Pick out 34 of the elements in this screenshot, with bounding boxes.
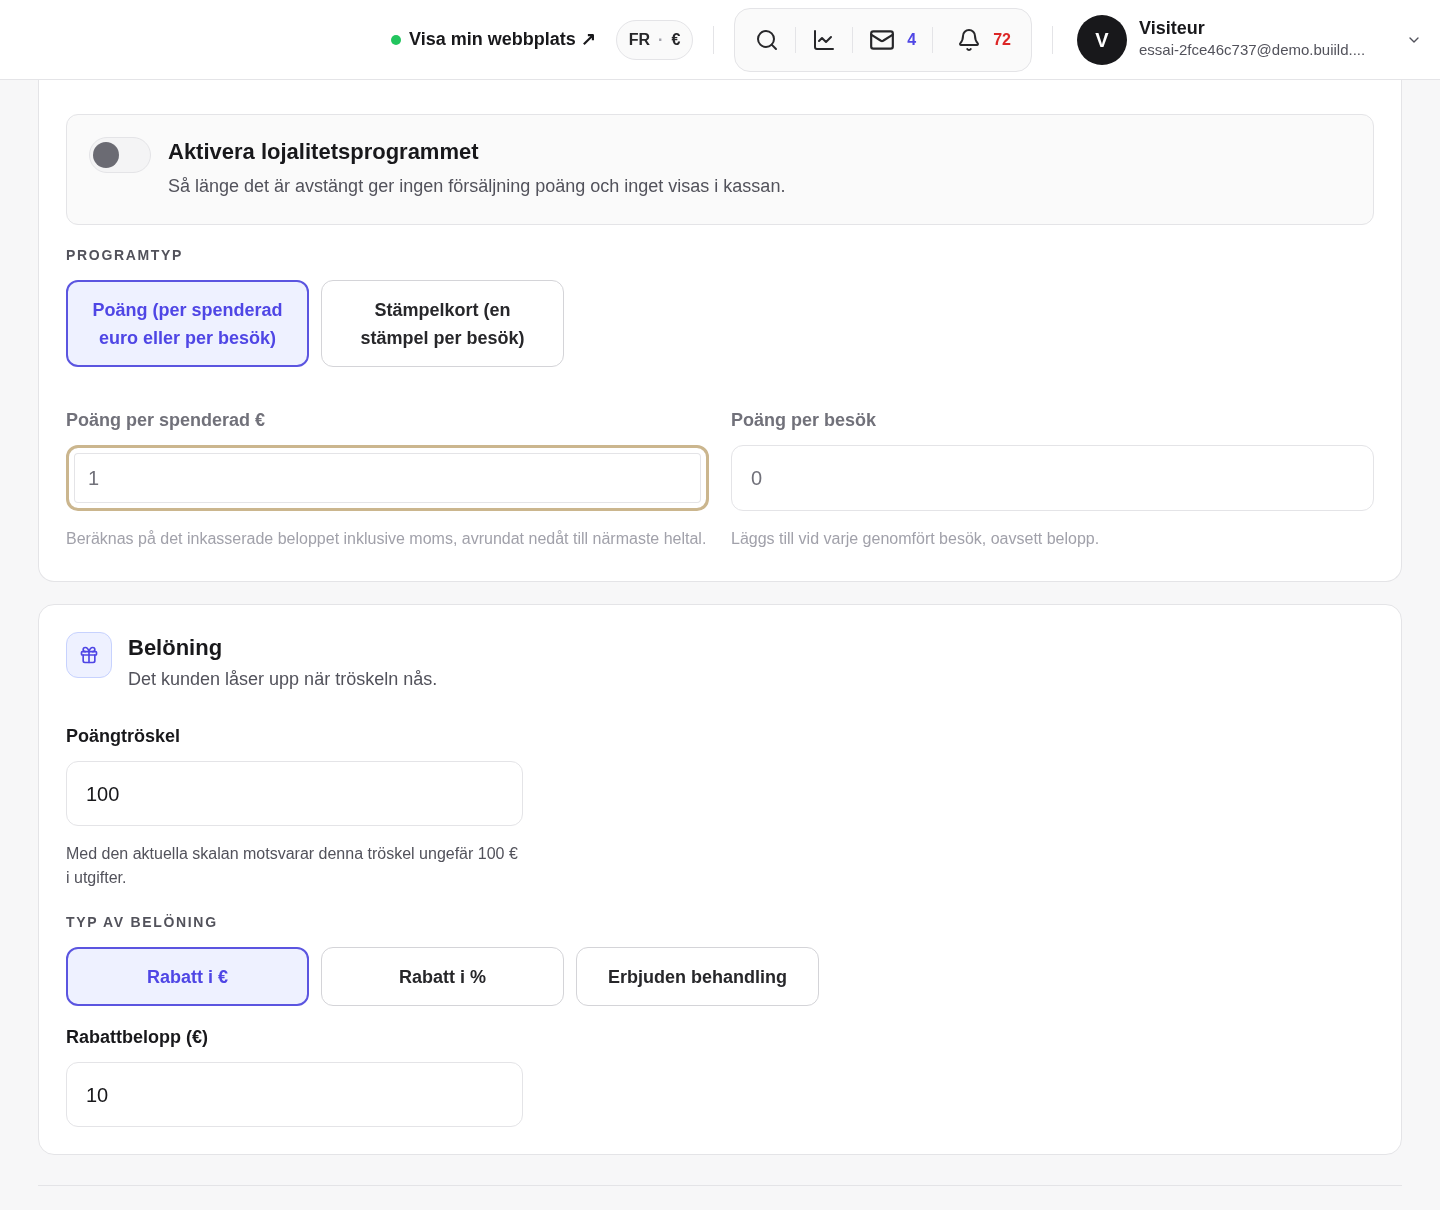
search-icon[interactable] (755, 27, 780, 52)
locale-button[interactable]: FR · € (615, 19, 694, 60)
option-button[interactable]: Rabatt i € (66, 947, 309, 1006)
user-name: Visiteur (1139, 17, 1206, 40)
input-field[interactable]: 0 (731, 445, 1374, 511)
option-button[interactable]: Poäng (per spenderad euro eller per besök) (66, 280, 309, 367)
input-field[interactable]: 100 (66, 761, 523, 826)
section-label: TYP AV BELÖNING (66, 913, 219, 932)
toggle-switch[interactable] (89, 137, 151, 173)
card-title: Belöning (128, 634, 224, 662)
help-text: Läggs till vid varje genomfört besök, oavsett belopp. (731, 529, 1101, 549)
field-label: Poäng per besök (731, 409, 878, 432)
message-count: 4 (907, 29, 917, 50)
option-button[interactable]: Erbjuden behandling (576, 947, 819, 1006)
field-label: Poängtröskel (66, 725, 182, 748)
option-button[interactable]: Stämpelkort (en stämpel per besök) (321, 280, 564, 367)
input-field[interactable]: 1 (66, 445, 709, 511)
notification-count: 72 (993, 29, 1011, 50)
site-link[interactable]: Visa min webbplats ↗ (391, 26, 596, 53)
card-subtitle: Det kunden låser upp när tröskeln nås. (128, 668, 438, 691)
field-label: Rabattbelopp (€) (66, 1026, 209, 1049)
avatar[interactable]: V (1077, 14, 1127, 65)
field-label: Poäng per spenderad € (66, 409, 267, 432)
gift-icon (66, 632, 112, 678)
option-button[interactable]: Rabatt i % (321, 947, 564, 1006)
toggle-description: Så länge det är avstängt ger ingen försäljning poäng och inget visas i kassan. (168, 175, 786, 198)
toggle-title: Aktivera lojalitetsprogrammet (168, 138, 480, 166)
bell-icon[interactable] (957, 27, 982, 52)
section-label: PROGRAMTYP (66, 246, 185, 265)
input-field[interactable]: 10 (66, 1062, 523, 1127)
chart-icon[interactable] (812, 27, 837, 52)
help-text: Beräknas på det inkasserade beloppet inklusive moms, avrundat nedåt till närmaste heltal. (66, 529, 708, 549)
help-text: Med den aktuella skalan motsvarar denna tröskel ungefär 100 € i utgifter. (66, 844, 519, 888)
user-email: essai-2fce46c737@demo.buiild.... (1139, 40, 1367, 61)
